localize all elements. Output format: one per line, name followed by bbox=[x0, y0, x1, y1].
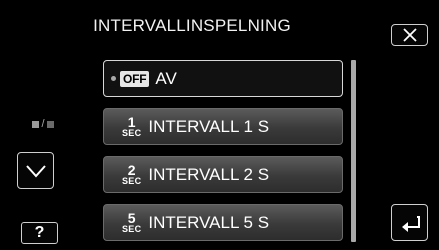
interval-number: 2 bbox=[127, 162, 136, 178]
option-interval-1s[interactable]: 1 SEC INTERVALL 1 S bbox=[103, 108, 343, 145]
interval-number: 1 bbox=[127, 114, 136, 130]
page-indicator-total bbox=[46, 120, 54, 128]
page-indicator-separator: / bbox=[41, 118, 45, 130]
option-label: INTERVALL 5 S bbox=[148, 212, 270, 232]
page-indicator-current bbox=[32, 120, 40, 128]
close-button[interactable] bbox=[391, 24, 428, 46]
option-label: AV bbox=[155, 68, 177, 88]
selected-indicator-icon bbox=[111, 76, 116, 81]
interval-unit: SEC bbox=[122, 224, 142, 234]
option-interval-5s[interactable]: 5 SEC INTERVALL 5 S bbox=[103, 204, 343, 241]
interval-unit: SEC bbox=[122, 176, 142, 186]
option-label: INTERVALL 1 S bbox=[148, 116, 270, 136]
page-indicator: / bbox=[28, 117, 58, 131]
option-label: INTERVALL 2 S bbox=[148, 164, 270, 184]
close-icon bbox=[402, 28, 417, 42]
option-off[interactable]: OFF AV bbox=[103, 60, 343, 97]
interval-sec-icon: 1 SEC bbox=[122, 115, 141, 138]
interval-unit: SEC bbox=[122, 128, 142, 138]
list-scrollbar[interactable] bbox=[351, 60, 356, 242]
option-interval-2s[interactable]: 2 SEC INTERVALL 2 S bbox=[103, 156, 343, 193]
back-button[interactable] bbox=[391, 204, 428, 241]
interval-options-list: OFF AV 1 SEC INTERVALL 1 S 2 SEC INTERVA… bbox=[103, 0, 343, 250]
interval-sec-icon: 2 SEC bbox=[122, 163, 141, 186]
return-arrow-icon bbox=[401, 215, 420, 232]
interval-number: 5 bbox=[127, 210, 136, 226]
help-label: ? bbox=[34, 224, 45, 241]
interval-recording-screen: INTERVALLINSPELNING / ? OFF AV 1 SEC INT… bbox=[0, 0, 439, 250]
interval-sec-icon: 5 SEC bbox=[122, 211, 141, 234]
off-badge-icon: OFF bbox=[120, 70, 150, 87]
scroll-down-button[interactable] bbox=[17, 152, 54, 189]
help-button[interactable]: ? bbox=[21, 222, 58, 244]
chevron-down-icon bbox=[25, 164, 46, 177]
